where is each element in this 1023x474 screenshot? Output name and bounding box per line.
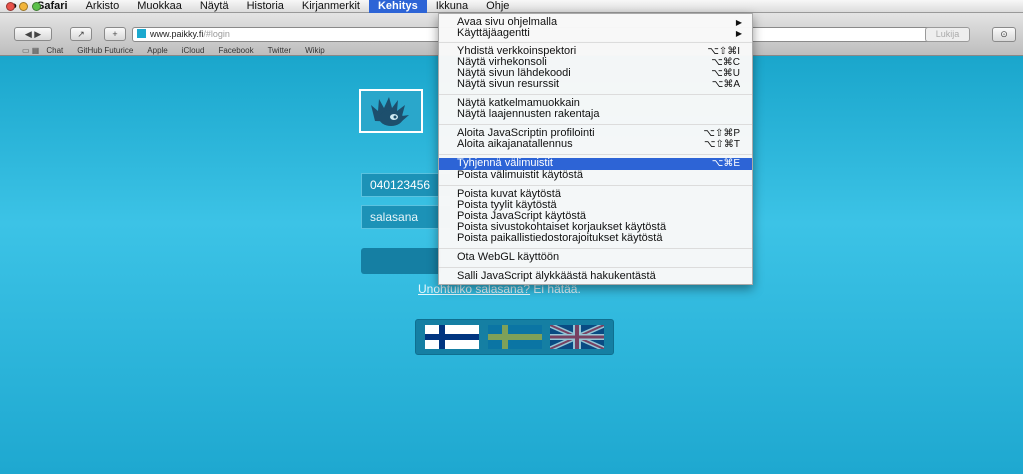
- new-tab-button[interactable]: +: [104, 27, 126, 41]
- menu-item-disable-caches[interactable]: Poista välimuistit käytöstä: [439, 170, 752, 181]
- finnish-flag-icon[interactable]: [425, 325, 479, 349]
- menu-item-shortcut: ⌥⌘C: [711, 57, 740, 68]
- os-menu-bar: ● Safari Arkisto Muokkaa Näytä Historia …: [0, 0, 1023, 13]
- menu-item-label: Tyhjennä välimuistit: [457, 157, 553, 169]
- hedgehog-logo-icon: [371, 97, 409, 126]
- menu-item-label: Aloita aikajanatallennus: [457, 138, 573, 150]
- menu-item-label: Poista paikallistiedostorajoitukset käyt…: [457, 232, 663, 244]
- menu-kirjanmerkit[interactable]: Kirjanmerkit: [293, 0, 369, 13]
- submenu-arrow-icon: ▶: [735, 29, 742, 38]
- menu-item-disable-local-file-restrictions[interactable]: Poista paikallistiedostorajoitukset käyt…: [439, 233, 752, 244]
- menu-nayta[interactable]: Näytä: [191, 0, 238, 13]
- british-flag-icon[interactable]: [550, 325, 604, 349]
- menu-item-user-agent[interactable]: Käyttäjäagentti ▶: [439, 28, 752, 39]
- menu-item-label: Käyttäjäagentti: [457, 27, 530, 39]
- menu-item-shortcut: ⌥⌘E: [711, 158, 740, 169]
- submenu-arrow-icon: ▶: [735, 18, 742, 27]
- bookmark-github-futurice[interactable]: GitHub Futurice: [77, 46, 133, 55]
- menu-item-enable-webgl[interactable]: Ota WebGL käyttöön: [439, 252, 752, 263]
- reading-list-icon[interactable]: ▭ ▦: [22, 46, 39, 55]
- menu-item-shortcut: ⌥⇧⌘I: [707, 46, 740, 57]
- menu-item-label: Ota WebGL käyttöön: [457, 251, 560, 263]
- menu-separator: [439, 124, 752, 125]
- menu-separator: [439, 248, 752, 249]
- menu-item-label: Salli JavaScript älykkäästä hakukentästä: [457, 270, 656, 282]
- menu-item-shortcut: ⌥⌘A: [711, 79, 740, 90]
- swedish-flag-icon[interactable]: [487, 325, 542, 349]
- close-window-button[interactable]: [6, 2, 15, 11]
- bookmark-apple[interactable]: Apple: [147, 46, 167, 55]
- reader-button[interactable]: Lukija: [925, 27, 970, 42]
- menu-ikkuna[interactable]: Ikkuna: [427, 0, 477, 13]
- menu-item-timeline-recording[interactable]: Aloita aikajanatallennus ⌥⇧⌘T: [439, 138, 752, 151]
- menu-item-label: Poista välimuistit käytöstä: [457, 169, 583, 181]
- bookmark-chat[interactable]: Chat: [46, 46, 63, 55]
- login-button[interactable]: [361, 248, 441, 274]
- window-controls: [6, 2, 41, 11]
- menu-ohje[interactable]: Ohje: [477, 0, 518, 13]
- menu-kehitys[interactable]: Kehitys: [368, 0, 427, 13]
- bookmark-icloud[interactable]: iCloud: [182, 46, 205, 55]
- share-button[interactable]: ↗: [70, 27, 92, 41]
- menu-item-allow-js-smart-search[interactable]: Salli JavaScript älykkäästä hakukentästä: [439, 271, 752, 282]
- bookmark-wikipedia[interactable]: Wikip: [305, 46, 325, 55]
- url-host: www.paikky.fi: [150, 29, 204, 39]
- menu-historia[interactable]: Historia: [238, 0, 293, 13]
- menu-item-shortcut: ⌥⇧⌘T: [703, 139, 740, 150]
- menu-item-extension-builder[interactable]: Näytä laajennusten rakentaja: [439, 109, 752, 120]
- favicon-icon: [137, 29, 146, 38]
- bookmark-twitter[interactable]: Twitter: [268, 46, 292, 55]
- menu-muokkaa[interactable]: Muokkaa: [128, 0, 191, 13]
- menu-item-shortcut: ⌥⇧⌘P: [703, 128, 740, 139]
- menu-item-page-resources[interactable]: Näytä sivun resurssit ⌥⌘A: [439, 78, 752, 91]
- language-selector: [415, 319, 614, 355]
- minimize-window-button[interactable]: [19, 2, 28, 11]
- menu-item-label: Näytä sivun resurssit: [457, 78, 560, 90]
- menu-item-label: Näytä laajennusten rakentaja: [457, 108, 600, 120]
- url-path: /#login: [203, 29, 230, 39]
- menu-item-shortcut: ⌥⌘U: [711, 68, 740, 79]
- bookmark-facebook[interactable]: Facebook: [218, 46, 253, 55]
- menu-separator: [439, 42, 752, 43]
- menu-separator: [439, 154, 752, 155]
- menu-separator: [439, 267, 752, 268]
- menu-arkisto[interactable]: Arkisto: [77, 0, 129, 13]
- menu-separator: [439, 185, 752, 186]
- app-logo: [359, 89, 423, 133]
- back-forward-buttons[interactable]: ◀ ▶: [14, 27, 52, 41]
- downloads-button[interactable]: ⊙: [992, 27, 1016, 42]
- menu-separator: [439, 94, 752, 95]
- develop-menu: Avaa sivu ohjelmalla ▶ Käyttäjäagentti ▶ Y…: [438, 13, 753, 285]
- zoom-window-button[interactable]: [32, 2, 41, 11]
